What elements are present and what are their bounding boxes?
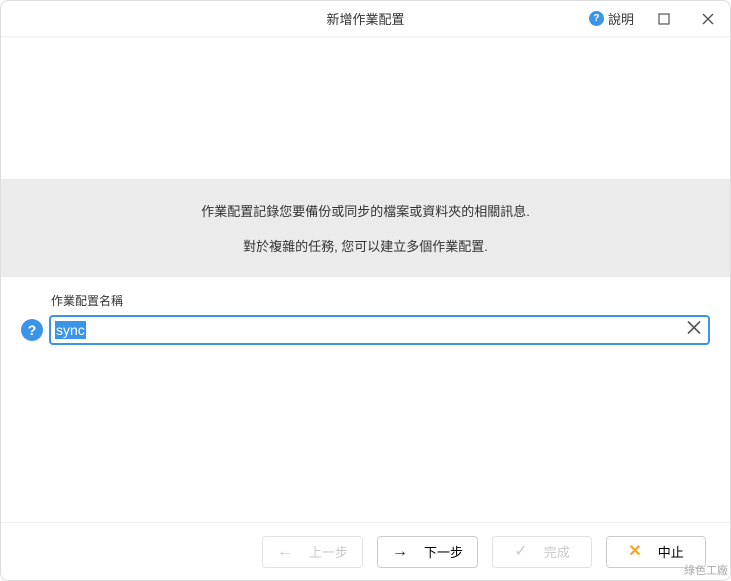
content-area: 作業配置記錄您要備份或同步的檔案或資料夾的相關訊息. 對於複雜的任務, 您可以建… xyxy=(1,37,730,522)
window-title: 新增作業配置 xyxy=(326,9,404,28)
question-icon: ? xyxy=(28,322,37,338)
info-line-1: 作業配置記錄您要備份或同步的檔案或資料夾的相關訊息. xyxy=(13,201,718,220)
arrow-left-icon: ← xyxy=(277,544,293,560)
finish-button: ✓ 完成 xyxy=(492,536,592,568)
back-button: ← 上一步 xyxy=(262,536,363,568)
footer-buttons: ← 上一步 → 下一步 ✓ 完成 ✕ 中止 xyxy=(1,522,730,580)
next-button[interactable]: → 下一步 xyxy=(377,536,478,568)
field-help-button[interactable]: ? xyxy=(21,319,43,341)
cancel-button[interactable]: ✕ 中止 xyxy=(606,536,706,568)
close-button[interactable] xyxy=(694,5,722,33)
square-icon xyxy=(658,13,670,25)
titlebar: 新增作業配置 ? 說明 xyxy=(1,1,730,37)
info-banner: 作業配置記錄您要備份或同步的檔案或資料夾的相關訊息. 對於複雜的任務, 您可以建… xyxy=(1,179,730,277)
input-row: ? sync xyxy=(21,315,710,345)
input-wrapper: sync xyxy=(49,315,710,345)
help-button[interactable]: ? 說明 xyxy=(589,9,634,28)
x-icon xyxy=(686,320,702,336)
close-icon xyxy=(702,13,714,25)
finish-label: 完成 xyxy=(544,542,570,561)
cancel-label: 中止 xyxy=(658,542,684,561)
titlebar-controls: ? 說明 xyxy=(589,5,722,33)
clear-input-button[interactable] xyxy=(686,320,702,341)
next-label: 下一步 xyxy=(424,542,463,561)
check-icon: ✓ xyxy=(514,544,527,560)
maximize-button[interactable] xyxy=(650,5,678,33)
help-icon: ? xyxy=(589,11,604,26)
help-label: 說明 xyxy=(608,9,634,28)
dialog-window: 新增作業配置 ? 說明 作業配置記錄您要備份或同步的檔案或資料夾的相關訊息. 對… xyxy=(0,0,731,581)
back-label: 上一步 xyxy=(309,542,348,561)
field-label: 作業配置名稱 xyxy=(51,292,710,309)
cancel-x-icon: ✕ xyxy=(628,544,641,560)
info-line-2: 對於複雜的任務, 您可以建立多個作業配置. xyxy=(13,236,718,255)
form-area: 作業配置名稱 ? sync xyxy=(21,292,710,345)
profile-name-input[interactable] xyxy=(49,315,710,345)
arrow-right-icon: → xyxy=(392,544,408,560)
